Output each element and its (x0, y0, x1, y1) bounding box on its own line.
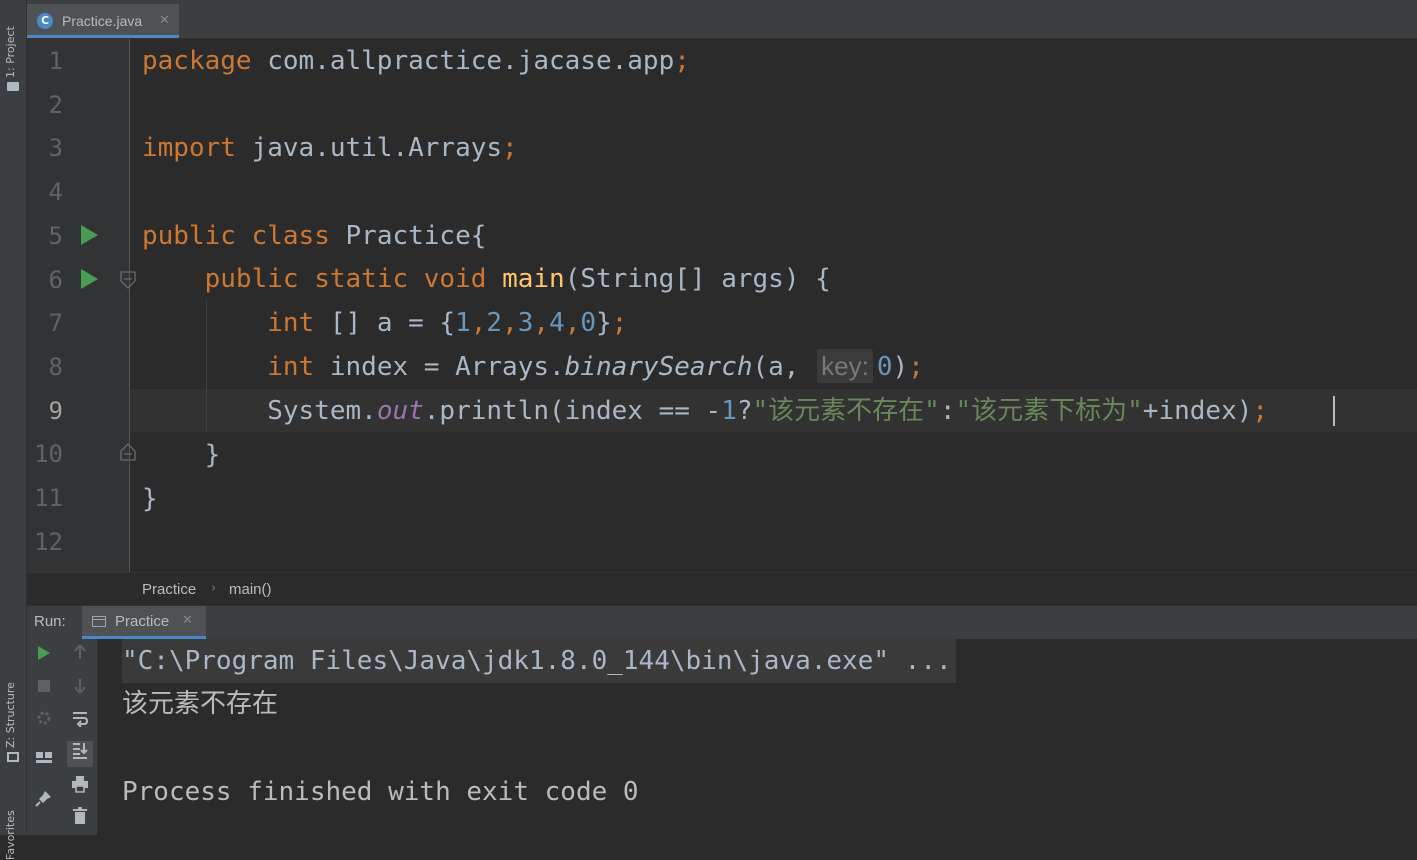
console-icon (92, 616, 106, 627)
project-panel-button[interactable]: 1: Project (4, 8, 22, 78)
run-label: Run: (34, 613, 66, 630)
code-line-10: } (204, 440, 221, 470)
pin-tab-button[interactable] (31, 789, 57, 815)
code-line-3: import java.util.Arrays; (142, 133, 518, 163)
line-number: 6 (48, 265, 63, 294)
text-caret (1333, 396, 1335, 426)
print-icon (72, 776, 88, 793)
arrow-down-icon (74, 679, 86, 694)
stop-button[interactable] (31, 675, 57, 701)
line-number: 8 (48, 352, 63, 381)
structure-icon (7, 752, 19, 762)
play-icon (38, 646, 50, 660)
rerun-button[interactable] (31, 643, 57, 669)
scroll-end-icon (73, 743, 88, 759)
trash-icon (73, 807, 87, 824)
layout-button[interactable] (31, 747, 57, 773)
console-exit-message: Process finished with exit code 0 (122, 777, 639, 807)
chevron-right-icon: › (211, 581, 217, 596)
console-output-result: 该元素不存在 (122, 689, 279, 719)
editor-tab-bar: C Practice.java ✕ (27, 0, 1417, 39)
code-line-11: } (142, 484, 158, 514)
parameter-hint: key: (817, 349, 873, 383)
close-icon[interactable]: ✕ (159, 13, 170, 28)
arrow-up-icon (74, 644, 86, 659)
editor-tab-practice[interactable]: C Practice.java ✕ (27, 4, 179, 38)
scroll-to-end-button[interactable] (67, 741, 93, 767)
structure-panel-button[interactable]: Z: Structure (4, 668, 22, 748)
clear-all-button[interactable] (67, 807, 93, 833)
scroll-up-button[interactable] (67, 643, 93, 669)
wrap-icon (73, 712, 89, 728)
line-number: 4 (48, 178, 63, 207)
favorites-panel-button[interactable]: Favorites (4, 790, 22, 860)
line-number: 7 (48, 309, 63, 338)
close-icon[interactable]: ✕ (182, 613, 193, 628)
line-number: 9 (48, 396, 63, 425)
code-line-7: int [] a = {1,2,3,4,0}; (267, 308, 628, 338)
soft-wrap-button[interactable] (67, 709, 93, 735)
code-line-1: package com.allpractice.jacase.app; (142, 46, 690, 76)
gear-icon (37, 711, 51, 725)
run-class-icon[interactable] (81, 225, 98, 245)
code-line-5: public class Practice{ (142, 221, 487, 251)
console-command-line: "C:\Program Files\Java\jdk1.8.0_144\bin\… (122, 639, 956, 683)
line-number: 2 (48, 90, 63, 119)
breadcrumb: Practice › main() (27, 572, 1417, 605)
layout-icon (36, 752, 52, 763)
run-tab-practice[interactable]: Practice ✕ (82, 606, 206, 639)
line-number: 5 (48, 221, 63, 250)
line-number: 3 (48, 134, 63, 163)
run-toolbar (27, 639, 98, 835)
line-number: 11 (34, 484, 63, 512)
code-line-9: System.out.println(index == -1?"该元素不存在":… (267, 396, 1269, 426)
run-panel-header: Run: Practice ✕ (27, 605, 1417, 640)
unfold-icon[interactable] (118, 442, 138, 462)
left-tool-strip: 1: Project Z: Structure Favorites (0, 0, 27, 860)
breadcrumb-class[interactable]: Practice (142, 581, 196, 598)
debug-restart-button[interactable] (31, 709, 57, 735)
run-tab-label: Practice (115, 613, 170, 630)
code-line-6: public static void main(String[] args) { (204, 264, 831, 294)
stop-icon (38, 680, 50, 692)
scroll-down-button[interactable] (67, 677, 93, 703)
tab-label: Practice.java (62, 13, 143, 29)
java-class-icon: C (37, 13, 53, 29)
run-main-icon[interactable] (81, 269, 98, 289)
folder-icon (7, 82, 19, 91)
line-number: 1 (48, 47, 63, 75)
pin-icon (35, 791, 51, 807)
line-number: 10 (34, 440, 63, 469)
print-button[interactable] (67, 775, 93, 801)
code-line-8: int index = Arrays.binarySearch(a, key: 0… (267, 349, 924, 383)
breadcrumb-method[interactable]: main() (229, 581, 272, 598)
fold-icon[interactable] (118, 270, 138, 290)
line-number: 12 (34, 527, 63, 556)
